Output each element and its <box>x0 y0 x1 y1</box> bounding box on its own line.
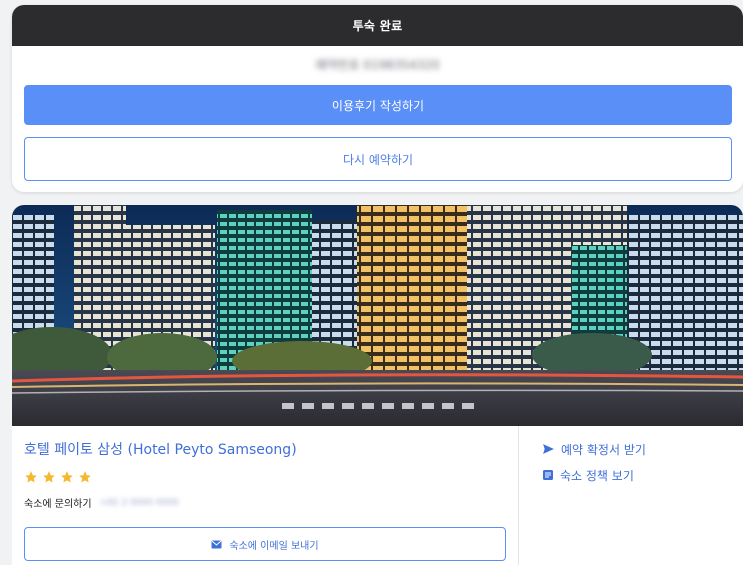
booking-page: 투숙 완료 예약번호 0198354320 이용후기 작성하기 다시 예약하기 <box>0 0 743 565</box>
booking-detail-blurred: 예약번호 0198354320 <box>315 57 440 72</box>
write-review-label: 이용후기 작성하기 <box>331 98 425 113</box>
star-icon <box>43 471 55 483</box>
star-icon <box>79 471 91 483</box>
hotel-card: 호텔 페이토 삼성 (Hotel Peyto Samseong) 숙소에 문의하… <box>12 205 743 565</box>
hotel-side-actions: 예약 확정서 받기 숙소 정책 보기 <box>542 441 646 493</box>
rebook-button[interactable]: 다시 예약하기 <box>24 137 732 181</box>
view-policy-label: 숙소 정책 보기 <box>560 468 634 483</box>
get-confirmation-label: 예약 확정서 받기 <box>561 442 646 457</box>
hotel-name-link[interactable]: 호텔 페이토 삼성 (Hotel Peyto Samseong) <box>24 439 297 459</box>
hotel-info-panel: 호텔 페이토 삼성 (Hotel Peyto Samseong) 숙소에 문의하… <box>12 426 518 565</box>
stay-status-title: 투숙 완료 <box>352 19 403 33</box>
email-hotel-label: 숙소에 이메일 보내기 <box>229 540 319 552</box>
star-icon <box>25 471 37 483</box>
policy-document-icon <box>543 470 553 480</box>
view-policy-link[interactable]: 숙소 정책 보기 <box>542 467 646 483</box>
get-confirmation-link[interactable]: 예약 확정서 받기 <box>542 441 646 457</box>
envelope-icon <box>211 540 222 548</box>
rebook-label: 다시 예약하기 <box>342 152 414 167</box>
booking-status-card: 투숙 완료 예약번호 0198354320 이용후기 작성하기 다시 예약하기 <box>12 5 743 192</box>
inquiry-label: 숙소에 문의하기 <box>24 499 92 510</box>
write-review-button[interactable]: 이용후기 작성하기 <box>24 85 732 125</box>
inquiry-phone-blurred[interactable]: +82 2 0000 0000 <box>100 498 179 508</box>
hotel-inquiry-row: 숙소에 문의하기 +82 2 0000 0000 <box>24 495 179 511</box>
hotel-photo[interactable] <box>12 205 743 426</box>
star-rating <box>24 470 92 484</box>
send-arrow-icon <box>543 444 554 454</box>
booking-detail-line: 예약번호 0198354320 <box>12 46 743 82</box>
email-hotel-button[interactable]: 숙소에 이메일 보내기 <box>24 527 506 561</box>
star-icon <box>61 471 73 483</box>
stay-status-bar: 투숙 완료 <box>12 5 743 46</box>
info-divider <box>518 426 519 565</box>
